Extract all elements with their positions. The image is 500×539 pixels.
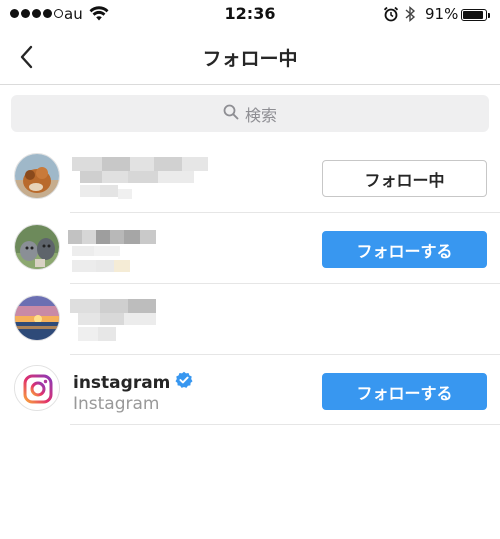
- divider: [70, 424, 500, 425]
- username-label: instagram: [73, 372, 171, 393]
- list-item[interactable]: [0, 285, 500, 355]
- search-input[interactable]: 検索: [11, 95, 489, 132]
- battery-icon: [461, 9, 487, 21]
- search-icon: [223, 104, 239, 124]
- full-name: Instagram: [73, 394, 160, 414]
- divider: [70, 283, 500, 284]
- battery-level-fill: [463, 11, 484, 19]
- list-item[interactable]: フォロー中: [0, 143, 500, 213]
- verified-badge-icon: [175, 371, 193, 394]
- navigation-bar: フォロー中: [0, 30, 500, 85]
- page-title: フォロー中: [202, 48, 298, 70]
- alarm-icon: [383, 6, 399, 26]
- instagram-logo-icon: [15, 366, 59, 410]
- battery-percent: 91%: [425, 5, 459, 23]
- status-bar: au 12:36 91%: [0, 0, 500, 30]
- follow-button[interactable]: フォローする: [322, 373, 487, 410]
- follow-button[interactable]: フォローする: [322, 231, 487, 268]
- list-item[interactable]: フォローする: [0, 214, 500, 284]
- avatar[interactable]: [14, 295, 60, 341]
- bluetooth-icon: [404, 5, 416, 27]
- username[interactable]: instagram: [73, 371, 193, 394]
- divider: [70, 212, 500, 213]
- search-placeholder: 検索: [244, 105, 277, 125]
- blurred-username: [70, 295, 170, 347]
- following-button[interactable]: フォロー中: [322, 160, 487, 197]
- list-item[interactable]: instagram Instagram フォローする: [0, 355, 500, 425]
- battery-tip: [488, 13, 490, 18]
- avatar[interactable]: [14, 153, 60, 199]
- blurred-username: [68, 224, 168, 276]
- avatar[interactable]: [14, 365, 60, 411]
- blurred-username: [72, 153, 212, 203]
- avatar[interactable]: [14, 224, 60, 270]
